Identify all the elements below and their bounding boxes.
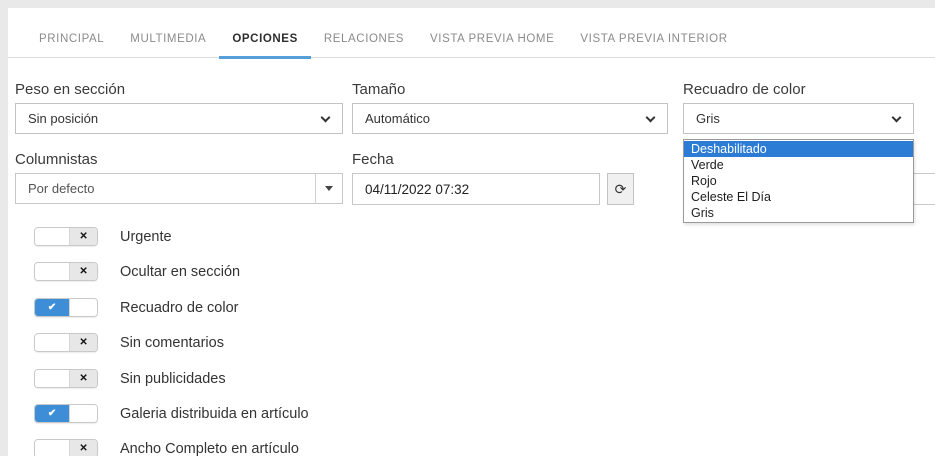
tamano-label: Tamaño bbox=[352, 81, 405, 98]
columnistas-value: Por defecto bbox=[16, 181, 315, 196]
dropdown-option-celeste-el-dia[interactable]: Celeste El Día bbox=[684, 189, 913, 205]
peso-en-seccion-label: Peso en sección bbox=[15, 81, 125, 98]
toggle-row-urgente: ✕ Urgente bbox=[34, 227, 172, 246]
refresh-icon: ⟳ bbox=[615, 181, 627, 198]
toggle-handle bbox=[35, 440, 69, 456]
recuadro-de-color-label: Recuadro de color bbox=[683, 81, 806, 98]
toggle-label-galeria-distribuida-en-articulo: Galeria distribuida en artículo bbox=[120, 406, 309, 422]
check-icon: ✔ bbox=[35, 405, 69, 422]
tab-relaciones[interactable]: RELACIONES bbox=[311, 25, 417, 59]
toggle-handle bbox=[35, 228, 69, 245]
toggle-label-urgente: Urgente bbox=[120, 229, 172, 245]
tab-opciones[interactable]: OPCIONES bbox=[219, 25, 311, 59]
fecha-label: Fecha bbox=[352, 151, 394, 168]
chevron-down-icon bbox=[646, 113, 656, 123]
tamano-value: Automático bbox=[365, 111, 430, 126]
x-icon: ✕ bbox=[69, 440, 97, 456]
columnistas-select[interactable]: Por defecto bbox=[15, 173, 343, 204]
toggle-label-recuadro-de-color: Recuadro de color bbox=[120, 300, 239, 316]
peso-en-seccion-value: Sin posición bbox=[28, 111, 98, 126]
tab-multimedia[interactable]: MULTIMEDIA bbox=[117, 25, 219, 59]
chevron-down-icon bbox=[321, 113, 331, 123]
triangle-down-icon bbox=[325, 186, 333, 191]
tab-vista-previa-home[interactable]: VISTA PREVIA HOME bbox=[417, 25, 567, 59]
fecha-value: 04/11/2022 07:32 bbox=[365, 182, 469, 197]
toggle-handle bbox=[35, 263, 69, 280]
options-screen: PRINCIPALMULTIMEDIAOPCIONESRELACIONESVIS… bbox=[0, 0, 935, 456]
dropdown-option-rojo[interactable]: Rojo bbox=[684, 173, 913, 189]
toggle-row-ocultar-en-seccion: ✕ Ocultar en sección bbox=[34, 262, 240, 281]
tamano-select[interactable]: Automático bbox=[352, 103, 668, 134]
fecha-refresh-button[interactable]: ⟳ bbox=[607, 173, 634, 205]
toggle-urgente[interactable]: ✕ bbox=[34, 227, 98, 246]
toggle-sin-comentarios[interactable]: ✕ bbox=[34, 333, 98, 352]
toggle-sin-publicidades[interactable]: ✕ bbox=[34, 369, 98, 388]
columnistas-label: Columnistas bbox=[15, 151, 98, 168]
chevron-down-icon bbox=[892, 113, 902, 123]
tab-vista-previa-interior[interactable]: VISTA PREVIA INTERIOR bbox=[567, 25, 740, 59]
toggle-row-sin-publicidades: ✕ Sin publicidades bbox=[34, 369, 226, 388]
toggle-label-ancho-completo-en-articulo: Ancho Completo en artículo bbox=[120, 441, 299, 456]
toggle-handle bbox=[35, 334, 69, 351]
dropdown-option-deshabilitado[interactable]: Deshabilitado bbox=[684, 141, 913, 157]
toggle-ocultar-en-seccion[interactable]: ✕ bbox=[34, 262, 98, 281]
dropdown-option-gris[interactable]: Gris bbox=[684, 205, 913, 221]
check-icon: ✔ bbox=[35, 299, 69, 316]
toggle-ancho-completo-en-articulo[interactable]: ✕ bbox=[34, 439, 98, 456]
x-icon: ✕ bbox=[69, 334, 97, 351]
recuadro-de-color-dropdown: DeshabilitadoVerdeRojoCeleste El DíaGris bbox=[683, 139, 914, 223]
toggle-row-ancho-completo-en-articulo: ✕ Ancho Completo en artículo bbox=[34, 439, 299, 456]
tab-bar: PRINCIPALMULTIMEDIAOPCIONESRELACIONESVIS… bbox=[8, 26, 935, 58]
x-icon: ✕ bbox=[69, 370, 97, 387]
toggle-label-sin-publicidades: Sin publicidades bbox=[120, 371, 226, 387]
tab-principal[interactable]: PRINCIPAL bbox=[26, 25, 117, 59]
toggle-handle bbox=[69, 299, 97, 316]
toggle-handle bbox=[35, 370, 69, 387]
toggle-galeria-distribuida-en-articulo[interactable]: ✔ bbox=[34, 404, 98, 423]
recuadro-de-color-value: Gris bbox=[696, 111, 720, 126]
toggle-row-sin-comentarios: ✕ Sin comentarios bbox=[34, 333, 224, 352]
toggle-label-ocultar-en-seccion: Ocultar en sección bbox=[120, 264, 240, 280]
peso-en-seccion-select[interactable]: Sin posición bbox=[15, 103, 343, 134]
toggle-label-sin-comentarios: Sin comentarios bbox=[120, 335, 224, 351]
toggle-row-recuadro-de-color: ✔ Recuadro de color bbox=[34, 298, 239, 317]
x-icon: ✕ bbox=[69, 228, 97, 245]
x-icon: ✕ bbox=[69, 263, 97, 280]
toggle-recuadro-de-color[interactable]: ✔ bbox=[34, 298, 98, 317]
dropdown-arrow bbox=[315, 174, 342, 203]
dropdown-option-verde[interactable]: Verde bbox=[684, 157, 913, 173]
toggle-handle bbox=[69, 405, 97, 422]
toggle-row-galeria-distribuida-en-articulo: ✔ Galeria distribuida en artículo bbox=[34, 404, 309, 423]
recuadro-de-color-select[interactable]: Gris bbox=[683, 103, 914, 134]
fecha-input[interactable]: 04/11/2022 07:32 bbox=[352, 173, 600, 205]
